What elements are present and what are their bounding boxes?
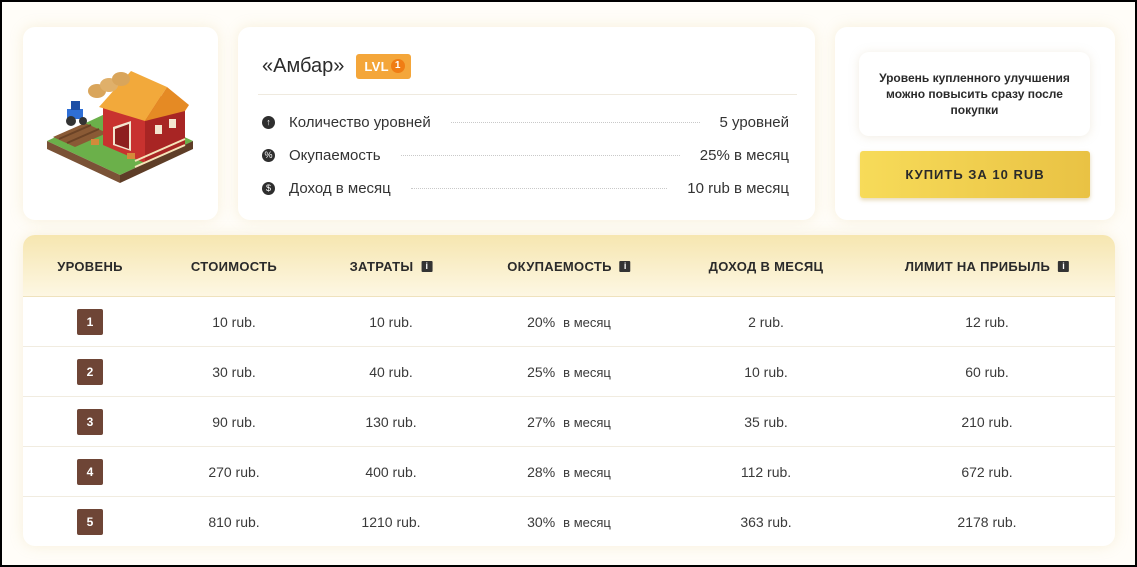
profit-limit-cell: 2178 rub. (957, 514, 1017, 530)
level-cell: 3 (77, 397, 103, 447)
column-header-profit-limit: ЛИМИТ НА ПРИБЫЛЬ i (904, 235, 1070, 297)
column-header-income: ДОХОД В МЕСЯЦ (709, 235, 824, 297)
building-info-card: «Амбар» LVL 1 ↑ Количество уровней 5 уро… (238, 27, 815, 220)
column-header-label: ОКУПАЕМОСТЬ (507, 258, 612, 274)
income-cell: 35 rub. (744, 414, 788, 430)
level-cell: 5 (77, 497, 103, 546)
profit-limit-cell: 12 rub. (965, 314, 1009, 330)
column-header-cost: СТОИМОСТЬ (191, 235, 277, 297)
column-header-expenses: ЗАТРАТЫ i (350, 235, 433, 297)
info-icon[interactable]: i (619, 260, 631, 272)
payback-cell: 30% в месяц (527, 497, 611, 546)
cost-cell: 90 rub. (212, 414, 256, 430)
stat-value: 25% в месяц (699, 146, 789, 164)
income-cell: 2 rub. (748, 314, 784, 330)
expenses-cell: 40 rub. (369, 364, 413, 380)
level-cell: 1 (77, 297, 103, 347)
level-number-badge: 1 (77, 309, 103, 335)
building-image-card (23, 27, 218, 220)
table-row: 4 270 rub. 400 rub. 28% в месяц 112 rub. 672 r… (23, 447, 1115, 497)
level-number-badge: 5 (77, 509, 103, 535)
table-row: 3 90 rub. 130 rub. 27% в месяц 35 rub. 210 rub… (23, 397, 1115, 447)
stat-label: Окупаемость (289, 146, 381, 164)
payback-cell: 20% в месяц (527, 297, 611, 347)
payback-value: 28% (527, 464, 556, 480)
stat-row-payback: % Окупаемость 25% в месяц (262, 144, 789, 166)
barn-illustration-icon (47, 71, 193, 183)
column-header-payback: ОКУПАЕМОСТЬ i (507, 235, 631, 297)
dotted-leader (450, 121, 700, 123)
payback-value: 25% (527, 364, 556, 380)
table-row: 1 10 rub. 10 rub. 20% в месяц 2 rub. 12 rub. (23, 297, 1115, 347)
info-icon[interactable]: i (421, 260, 433, 272)
payback-cell: 25% в месяц (527, 347, 611, 397)
profit-limit-cell: 210 rub. (961, 414, 1013, 430)
stat-value: 10 rub в месяц (687, 179, 789, 197)
table-row: 2 30 rub. 40 rub. 25% в месяц 10 rub. 60 rub. (23, 347, 1115, 397)
profit-limit-cell: 60 rub. (965, 364, 1009, 380)
page-frame: «Амбар» LVL 1 ↑ Количество уровней 5 уро… (0, 0, 1137, 567)
purchase-card: Уровень купленного улучшения можно повыс… (835, 27, 1115, 220)
payback-value: 20% (527, 314, 556, 330)
expenses-cell: 400 rub. (365, 464, 417, 480)
payback-cell: 27% в месяц (527, 397, 611, 447)
level-badge: LVL 1 (356, 53, 411, 79)
table-row: 5 810 rub. 1210 rub. 30% в месяц 363 rub. 2178… (23, 497, 1115, 546)
per-month-label: в месяц (563, 514, 611, 530)
title-row: «Амбар» LVL 1 (262, 53, 411, 79)
buy-button[interactable]: КУПИТЬ ЗА 10 RUB (860, 151, 1090, 198)
info-divider (258, 94, 797, 95)
column-header-label: ЗАТРАТЫ (349, 258, 414, 274)
dotted-leader (400, 154, 680, 156)
percent-icon: % (262, 148, 275, 162)
column-header-label: ЛИМИТ НА ПРИБЫЛЬ (904, 258, 1051, 274)
level-number-badge: 2 (77, 359, 103, 385)
arrow-up-icon: ↑ (262, 115, 275, 129)
per-month-label: в месяц (563, 364, 611, 380)
level-cell: 4 (77, 447, 103, 497)
profit-limit-cell: 672 rub. (961, 464, 1013, 480)
income-cell: 10 rub. (744, 364, 788, 380)
upgrade-note: Уровень купленного улучшения можно повыс… (859, 52, 1090, 136)
level-badge-value: 1 (390, 59, 405, 73)
payback-value: 27% (527, 414, 556, 430)
dotted-leader (410, 187, 668, 189)
stat-row-income: $ Доход в месяц 10 rub в месяц (262, 177, 789, 199)
levels-table: УРОВЕНЬ СТОИМОСТЬ ЗАТРАТЫ i ОКУПАЕМОСТЬ … (23, 235, 1115, 546)
cost-cell: 10 rub. (212, 314, 256, 330)
level-number-badge: 3 (77, 409, 103, 435)
level-number-badge: 4 (77, 459, 103, 485)
expenses-cell: 10 rub. (369, 314, 413, 330)
stat-value: 5 уровней (719, 113, 790, 131)
stat-label: Доход в месяц (289, 179, 391, 197)
column-header-level: УРОВЕНЬ (57, 235, 123, 297)
stat-label: Количество уровней (289, 113, 431, 131)
expenses-cell: 1210 rub. (361, 514, 421, 530)
column-header-label: СТОИМОСТЬ (190, 258, 278, 274)
per-month-label: в месяц (563, 414, 611, 430)
table-header: УРОВЕНЬ СТОИМОСТЬ ЗАТРАТЫ i ОКУПАЕМОСТЬ … (23, 235, 1115, 297)
cost-cell: 810 rub. (208, 514, 260, 530)
cost-cell: 270 rub. (208, 464, 260, 480)
cost-cell: 30 rub. (212, 364, 256, 380)
payback-value: 30% (527, 514, 556, 530)
coin-icon: $ (262, 181, 275, 195)
column-header-label: УРОВЕНЬ (57, 258, 123, 274)
expenses-cell: 130 rub. (365, 414, 417, 430)
info-icon[interactable]: i (1058, 260, 1070, 272)
stat-row-levels: ↑ Количество уровней 5 уровней (262, 111, 789, 133)
per-month-label: в месяц (563, 314, 611, 330)
payback-cell: 28% в месяц (527, 447, 611, 497)
income-cell: 363 rub. (740, 514, 792, 530)
per-month-label: в месяц (563, 464, 611, 480)
level-badge-label: LVL (364, 58, 389, 74)
level-cell: 2 (77, 347, 103, 397)
column-header-label: ДОХОД В МЕСЯЦ (708, 258, 824, 274)
income-cell: 112 rub. (740, 464, 792, 480)
building-title: «Амбар» (262, 54, 345, 77)
